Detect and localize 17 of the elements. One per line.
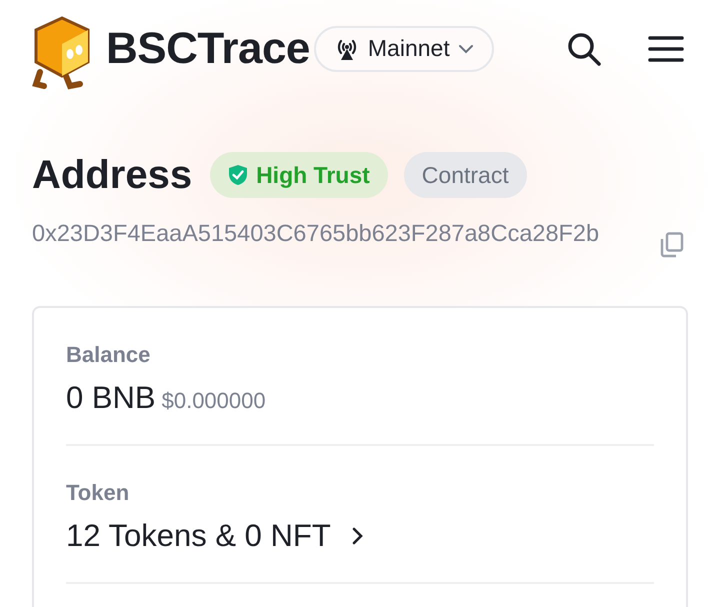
token-link[interactable]: 12 Tokens & 0 NFT [66, 518, 654, 554]
brand-name: BSCTrace [106, 24, 310, 74]
network-selector[interactable]: Mainnet [314, 26, 494, 72]
shield-check-icon [228, 164, 248, 186]
section-label: Balance [66, 342, 152, 368]
badge-label: High Trust [256, 162, 370, 188]
chevron-down-icon [458, 44, 474, 54]
page-title: Address [32, 152, 192, 198]
address-hash: 0x23D3F4EaaA515403C6765bb623F287a8Cca28F2b [32, 219, 600, 248]
section-label: Token [66, 480, 130, 506]
cube-mascot-icon [32, 16, 92, 92]
menu-icon[interactable] [648, 34, 684, 62]
usd-value: $0.000000 [162, 388, 266, 414]
chevron-right-icon [350, 527, 363, 545]
search-icon[interactable] [566, 30, 602, 66]
type-badge: Contract [404, 152, 527, 198]
balance-value: 0 BNB [66, 380, 156, 416]
